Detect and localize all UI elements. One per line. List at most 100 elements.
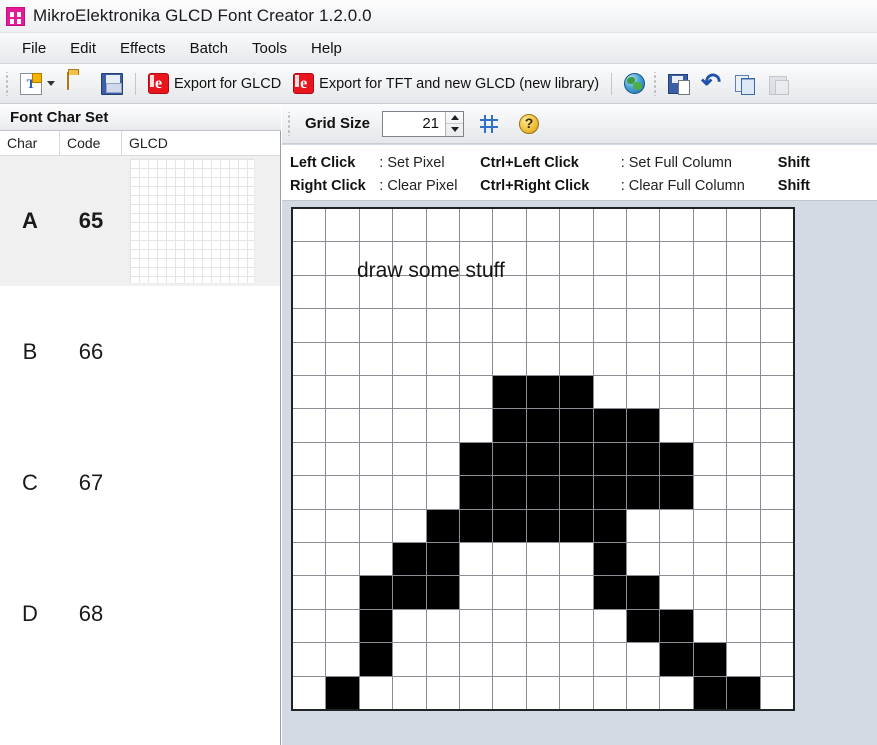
pixel-cell[interactable] [560, 209, 593, 242]
pixel-cell[interactable] [426, 509, 459, 542]
pixel-cell[interactable] [693, 476, 727, 509]
pixel-cell[interactable] [627, 543, 660, 576]
pixel-cell[interactable] [326, 442, 359, 476]
pixel-cell[interactable] [293, 476, 326, 509]
pixel-cell[interactable] [326, 576, 359, 609]
pixel-cell[interactable] [460, 409, 493, 442]
pixel-cell[interactable] [660, 342, 693, 375]
pixel-cell[interactable] [326, 476, 359, 509]
pixel-cell[interactable] [526, 342, 560, 375]
char-row-d[interactable]: D 68 [0, 549, 280, 680]
pixel-cell[interactable] [627, 376, 660, 409]
pixel-cell[interactable] [493, 543, 526, 576]
pixel-cell[interactable] [627, 576, 660, 609]
pixel-cell[interactable] [627, 609, 660, 643]
char-row-c[interactable]: C 67 [0, 418, 280, 549]
pixel-cell[interactable] [526, 209, 560, 242]
pixel-cell[interactable] [593, 342, 626, 375]
pixel-cell[interactable] [627, 509, 660, 542]
pixel-cell[interactable] [560, 376, 593, 409]
pixel-cell[interactable] [493, 576, 526, 609]
pixel-cell[interactable] [660, 676, 693, 709]
pixel-cell[interactable] [293, 442, 326, 476]
pixel-cell[interactable] [460, 309, 493, 342]
pixel-cell[interactable] [727, 376, 760, 409]
pixel-cell[interactable] [660, 643, 693, 676]
pixel-cell[interactable] [660, 576, 693, 609]
toolbar-gripper[interactable] [4, 71, 11, 96]
pixel-cell[interactable] [526, 409, 560, 442]
pixel-cell[interactable] [760, 609, 793, 643]
pixel-cell[interactable] [560, 242, 593, 275]
pixel-cell[interactable] [426, 209, 459, 242]
pixel-cell[interactable] [460, 209, 493, 242]
pixel-cell[interactable] [393, 275, 426, 309]
pixel-cell[interactable] [693, 409, 727, 442]
pixel-cell[interactable] [359, 409, 393, 442]
pixel-cell[interactable] [460, 676, 493, 709]
pixel-cell[interactable] [359, 609, 393, 643]
pixel-cell[interactable] [359, 643, 393, 676]
pixel-cell[interactable] [560, 543, 593, 576]
pixel-cell[interactable] [393, 476, 426, 509]
pixel-cell[interactable] [760, 309, 793, 342]
undo-button[interactable] [695, 68, 727, 99]
pixel-cell[interactable] [526, 442, 560, 476]
pixel-cell[interactable] [393, 509, 426, 542]
pixel-cell[interactable] [493, 242, 526, 275]
pixel-cell[interactable] [660, 442, 693, 476]
pixel-cell[interactable] [293, 376, 326, 409]
pixel-cell[interactable] [660, 409, 693, 442]
pixel-cell[interactable] [293, 576, 326, 609]
pixel-cell[interactable] [660, 275, 693, 309]
pixel-cell[interactable] [693, 543, 727, 576]
pixel-cell[interactable] [627, 242, 660, 275]
pixel-cell[interactable] [560, 342, 593, 375]
pixel-cell[interactable] [660, 309, 693, 342]
pixel-cell[interactable] [593, 676, 626, 709]
pixel-cell[interactable] [460, 242, 493, 275]
pixel-cell[interactable] [693, 643, 727, 676]
pixel-cell[interactable] [393, 543, 426, 576]
pixel-cell[interactable] [560, 676, 593, 709]
pixel-cell[interactable] [727, 275, 760, 309]
pixel-cell[interactable] [693, 609, 727, 643]
pixel-cell[interactable] [426, 543, 459, 576]
pixel-cell[interactable] [359, 209, 393, 242]
pixel-cell[interactable] [426, 275, 459, 309]
pixel-cell[interactable] [359, 275, 393, 309]
pixel-cell[interactable] [326, 242, 359, 275]
chevron-down-icon[interactable] [47, 81, 55, 86]
pixel-cell[interactable] [493, 376, 526, 409]
toolbar-gripper[interactable] [286, 111, 293, 136]
pixel-cell[interactable] [359, 242, 393, 275]
pixel-cell[interactable] [393, 576, 426, 609]
pixel-cell[interactable] [393, 242, 426, 275]
pixel-cell[interactable] [393, 209, 426, 242]
pixel-cell[interactable] [326, 609, 359, 643]
pixel-cell[interactable] [426, 342, 459, 375]
pixel-cell[interactable] [460, 543, 493, 576]
pixel-cell[interactable] [393, 442, 426, 476]
pixel-cell[interactable] [627, 409, 660, 442]
pixel-cell[interactable] [760, 376, 793, 409]
pixel-cell[interactable] [359, 476, 393, 509]
pixel-grid[interactable] [293, 209, 793, 709]
pixel-cell[interactable] [493, 442, 526, 476]
pixel-cell[interactable] [727, 242, 760, 275]
pixel-cell[interactable] [593, 309, 626, 342]
pixel-cell[interactable] [326, 309, 359, 342]
pixel-cell[interactable] [293, 275, 326, 309]
pixel-cell[interactable] [727, 209, 760, 242]
pixel-cell[interactable] [293, 609, 326, 643]
pixel-cell[interactable] [760, 409, 793, 442]
pixel-cell[interactable] [593, 242, 626, 275]
menu-item-file[interactable]: File [10, 37, 58, 60]
pixel-cell[interactable] [760, 275, 793, 309]
pixel-cell[interactable] [493, 509, 526, 542]
pixel-cell[interactable] [727, 543, 760, 576]
pixel-cell[interactable] [493, 275, 526, 309]
pixel-cell[interactable] [393, 409, 426, 442]
pixel-cell[interactable] [293, 242, 326, 275]
pixel-cell[interactable] [760, 209, 793, 242]
